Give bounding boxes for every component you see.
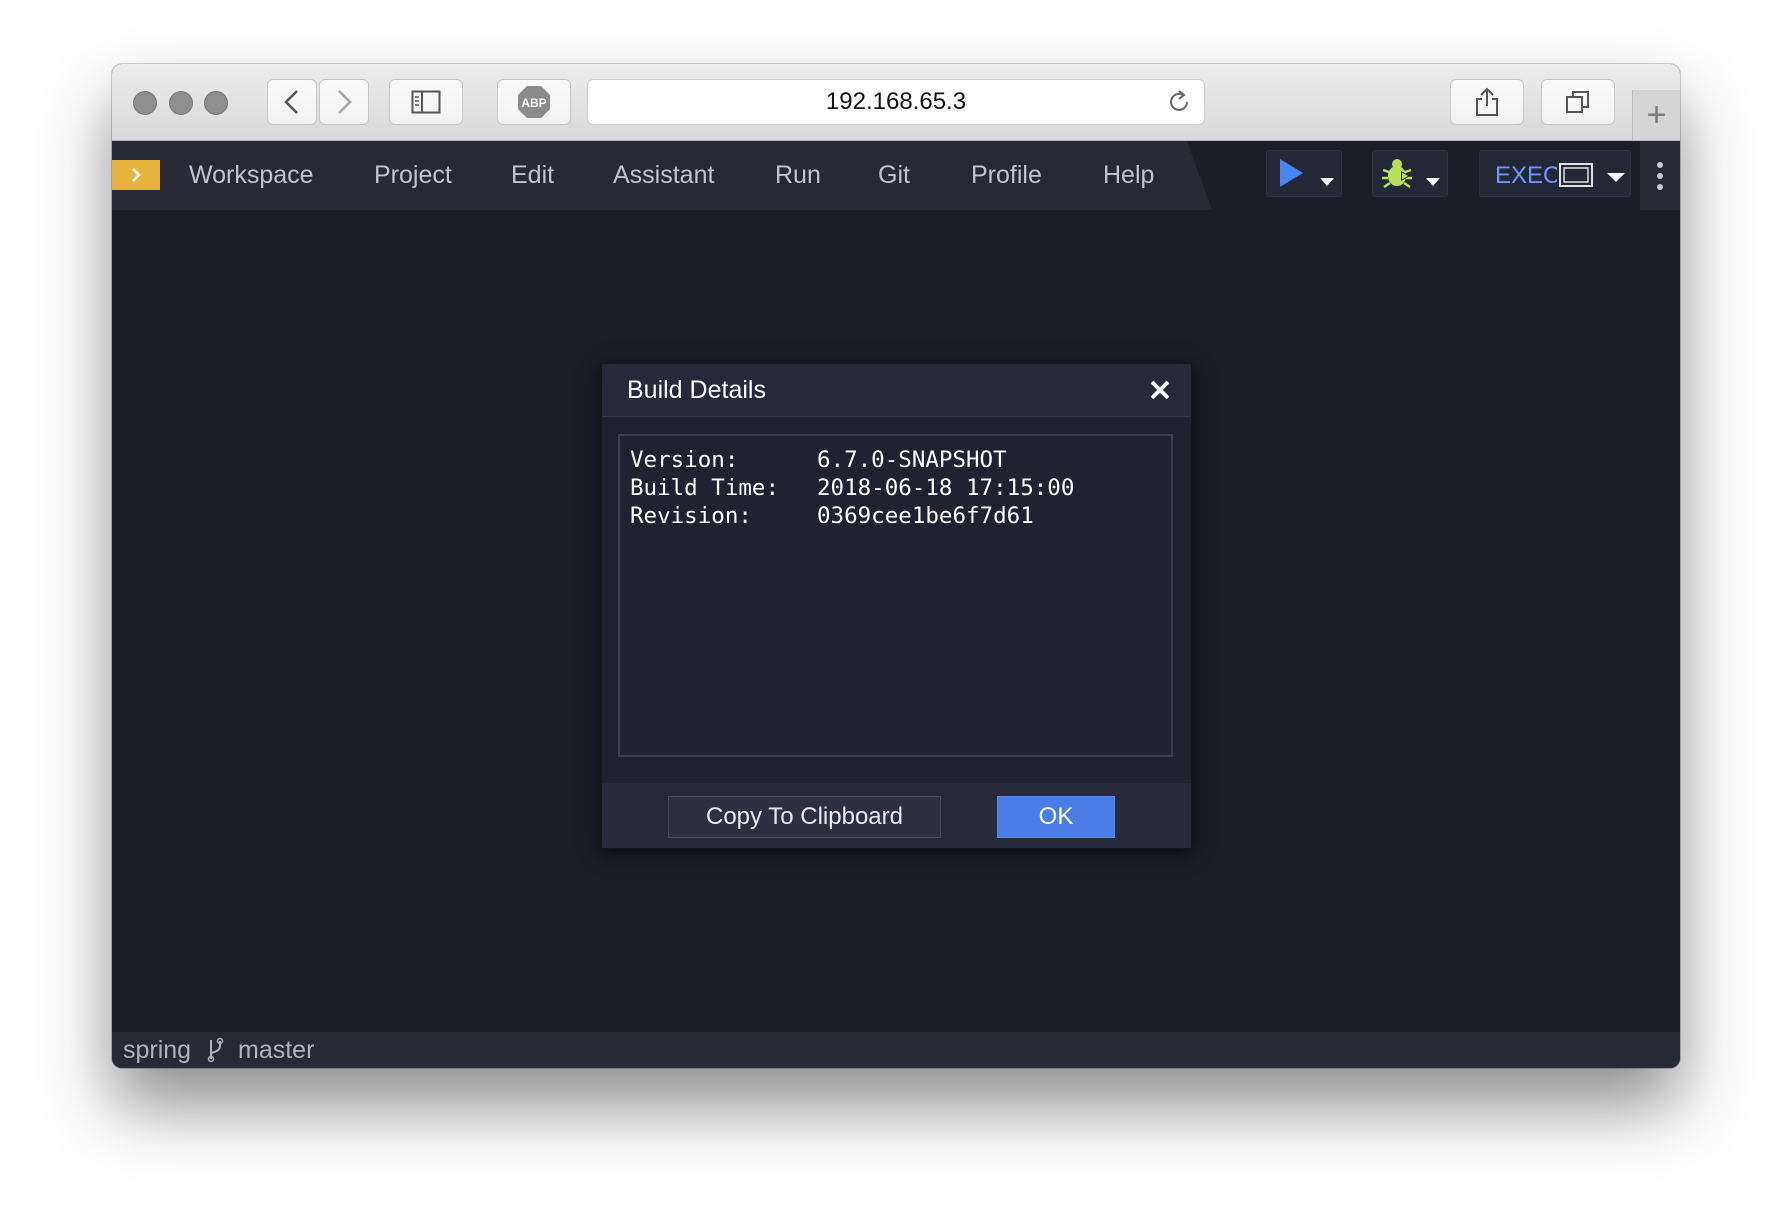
- sidebar-icon: [411, 90, 441, 114]
- chevron-down-icon[interactable]: [1425, 177, 1441, 187]
- more-menu-button[interactable]: [1640, 141, 1680, 210]
- exec-label[interactable]: EXEC: [1495, 141, 1557, 210]
- debug-icon: [1382, 159, 1412, 189]
- adblock-button[interactable]: ABP: [497, 79, 571, 125]
- close-icon[interactable]: [1145, 375, 1175, 405]
- revision-key: Revision:: [630, 503, 752, 529]
- build-time-key: Build Time:: [630, 475, 780, 501]
- chevron-down-icon[interactable]: [1606, 172, 1626, 183]
- tabs-icon: [1566, 91, 1589, 113]
- monitor-icon[interactable]: [1558, 162, 1594, 188]
- version-key: Version:: [630, 447, 739, 473]
- url-text: 192.168.65.3: [825, 88, 967, 115]
- ok-button[interactable]: OK: [997, 796, 1115, 838]
- zoom-window-button[interactable]: [204, 91, 228, 115]
- share-button[interactable]: [1450, 79, 1524, 125]
- build-details-text[interactable]: Version: 6.7.0-SNAPSHOT Build Time: 2018-0…: [618, 434, 1173, 757]
- menu-assistant[interactable]: Assistant: [613, 141, 714, 210]
- tabs-overview-button[interactable]: [1541, 79, 1615, 125]
- forward-icon: [338, 90, 352, 114]
- menu-profile[interactable]: Profile: [971, 141, 1042, 210]
- details-row-revision: Revision: 0369cee1be6f7d61: [630, 502, 1161, 530]
- forward-button[interactable]: [319, 79, 369, 125]
- dialog-header: Build Details: [602, 364, 1191, 417]
- ide-menubar: Workspace Project Edit Assistant Run Git…: [112, 141, 1680, 210]
- browser-toolbar: ABP 192.168.65.3 +: [112, 64, 1680, 141]
- dialog-title: Build Details: [627, 376, 766, 404]
- address-bar[interactable]: 192.168.65.3: [587, 79, 1205, 125]
- plus-icon: +: [1646, 95, 1667, 134]
- menu-git[interactable]: Git: [878, 141, 910, 210]
- dialog-footer: Copy To Clipboard OK: [602, 783, 1191, 848]
- adblock-icon: ABP: [518, 86, 550, 118]
- sidebar-button[interactable]: [389, 79, 463, 125]
- status-bar: spring master: [112, 1032, 1680, 1068]
- expand-toggle-button[interactable]: [112, 160, 160, 190]
- new-tab-button[interactable]: +: [1632, 90, 1680, 140]
- menu-project[interactable]: Project: [374, 141, 452, 210]
- back-icon: [284, 90, 298, 114]
- menu-workspace[interactable]: Workspace: [189, 141, 314, 210]
- run-icon: [1280, 159, 1303, 187]
- version-value: 6.7.0-SNAPSHOT: [817, 447, 1007, 473]
- menu-help[interactable]: Help: [1103, 141, 1154, 210]
- branch-icon: [207, 1037, 224, 1063]
- minimize-window-button[interactable]: [169, 91, 193, 115]
- close-window-button[interactable]: [133, 91, 157, 115]
- menu-run[interactable]: Run: [775, 141, 821, 210]
- back-button[interactable]: [267, 79, 317, 125]
- run-button[interactable]: [1266, 150, 1342, 197]
- project-name[interactable]: spring: [123, 1032, 191, 1068]
- more-icon: [1657, 162, 1663, 190]
- build-time-value: 2018-06-18 17:15:00: [817, 475, 1075, 501]
- branch-name[interactable]: master: [238, 1032, 314, 1068]
- chevron-right-icon: [132, 168, 141, 182]
- browser-window: ABP 192.168.65.3 + Workspace Project Edi…: [112, 64, 1680, 1068]
- revision-value: 0369cee1be6f7d61: [817, 503, 1034, 529]
- share-icon: [1476, 87, 1498, 116]
- menu-edit[interactable]: Edit: [511, 141, 554, 210]
- build-details-dialog: Build Details Version: 6.7.0-SNAPSHOT Bui…: [601, 363, 1192, 849]
- debug-button[interactable]: [1372, 150, 1448, 197]
- details-row-version: Version: 6.7.0-SNAPSHOT: [630, 446, 1161, 474]
- chevron-down-icon[interactable]: [1319, 177, 1335, 187]
- reload-icon[interactable]: [1166, 89, 1192, 115]
- details-row-build-time: Build Time: 2018-06-18 17:15:00: [630, 474, 1161, 502]
- adblock-label: ABP: [521, 96, 546, 110]
- copy-to-clipboard-button[interactable]: Copy To Clipboard: [668, 796, 941, 838]
